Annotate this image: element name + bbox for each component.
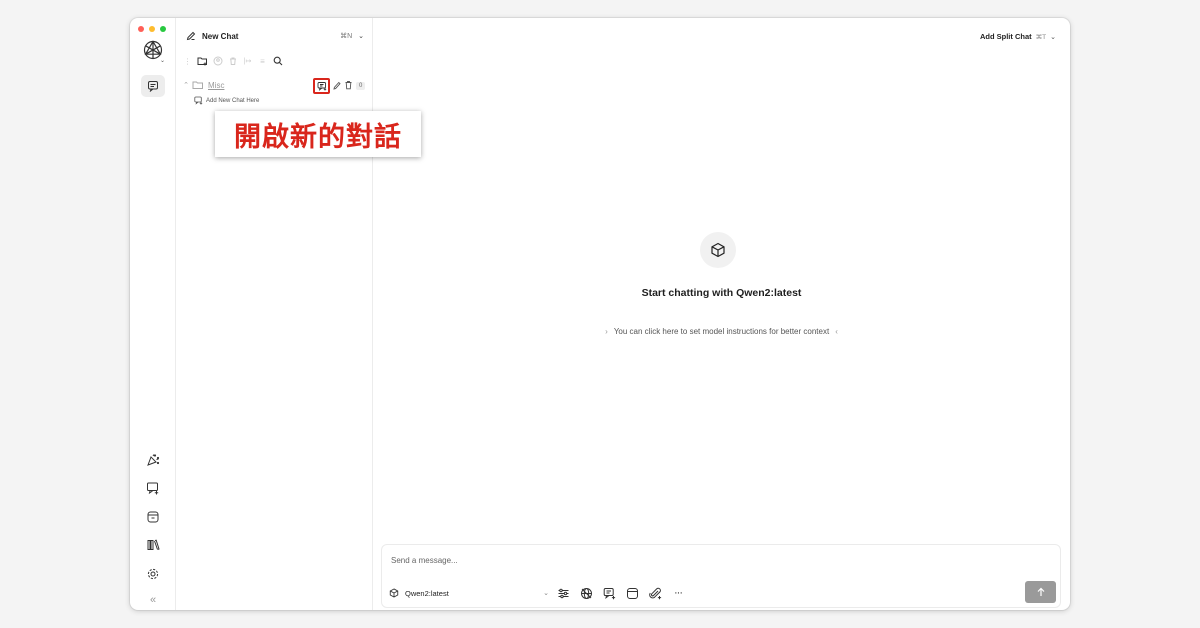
chevron-down-icon[interactable]: ⌄ xyxy=(1050,33,1056,41)
new-chat-shortcut: ⌘N xyxy=(340,33,353,40)
globe-off-icon xyxy=(580,587,592,599)
prompts-button[interactable] xyxy=(600,584,618,602)
model-avatar xyxy=(700,232,736,268)
cube-icon xyxy=(389,588,399,598)
chat-icon xyxy=(148,81,158,92)
app-window: ⌄ « New Chat ⌘N ⌄ ⋮ |↦ ≡ ⌃ Misc 0 Add Ne… xyxy=(130,18,1070,610)
archive-icon xyxy=(147,511,159,523)
pencil-icon xyxy=(333,81,341,90)
chevron-right-icon: › xyxy=(605,327,608,336)
chevron-up-icon[interactable]: ⌃ xyxy=(180,81,192,89)
add-new-chat-button[interactable] xyxy=(313,78,330,94)
annotation-callout-text: 開啟新的對話 xyxy=(234,121,402,153)
new-folder-button[interactable] xyxy=(195,54,210,68)
attach-file-button[interactable] xyxy=(646,584,664,602)
party-popper-icon xyxy=(147,454,160,466)
chat-count-badge: 0 xyxy=(356,82,366,90)
rename-folder-button[interactable] xyxy=(333,77,341,95)
chevron-down-icon[interactable]: ⌄ xyxy=(160,57,165,64)
rail-archive-button[interactable] xyxy=(143,507,163,527)
chevron-left-icon: ‹ xyxy=(835,327,838,336)
add-split-chat-button[interactable]: Add Split Chat ⌘T ⌄ xyxy=(980,32,1056,41)
composer-tools: ··· xyxy=(554,584,687,602)
sort-icon[interactable]: ≡ xyxy=(255,54,270,68)
split-chat-label: Add Split Chat xyxy=(979,32,1032,41)
sliders-icon xyxy=(558,588,568,598)
message-input[interactable] xyxy=(391,556,791,565)
rail-party-button[interactable] xyxy=(143,450,163,470)
paperclip-icon xyxy=(648,587,661,599)
new-chat-label: New Chat xyxy=(202,31,239,41)
archive-icon xyxy=(626,587,638,599)
chat-plus-icon xyxy=(147,482,159,495)
start-chatting-title: Start chatting with Qwen2:latest xyxy=(641,287,802,299)
chat-plus-icon xyxy=(194,96,203,105)
chat-plus-icon xyxy=(317,82,326,91)
split-chat-shortcut: ⌘T xyxy=(1035,33,1047,41)
delete-folder-button[interactable] xyxy=(344,77,353,95)
chat-sidebar: New Chat ⌘N ⌄ ⋮ |↦ ≡ ⌃ Misc 0 Add New Ch… xyxy=(176,18,373,610)
more-options-button[interactable]: ··· xyxy=(669,584,687,602)
parameters-button[interactable] xyxy=(554,584,572,602)
double-chevron-left-icon: « xyxy=(149,594,157,606)
add-new-chat-label: Add New Chat Here xyxy=(206,97,260,104)
library-icon xyxy=(147,539,160,550)
folder-icon xyxy=(192,81,203,89)
trash-icon xyxy=(345,81,352,90)
add-new-chat-here[interactable]: Add New Chat Here xyxy=(194,96,259,105)
folder-actions: 0 xyxy=(313,77,366,95)
rail-new-chat-button[interactable] xyxy=(143,478,163,498)
collapse-sidebar-button[interactable]: « xyxy=(143,590,163,610)
search-icon xyxy=(273,56,282,66)
folder-item-misc[interactable]: ⌃ Misc 0 xyxy=(180,77,370,95)
chat-plus-icon xyxy=(603,587,615,599)
model-selector[interactable]: Qwen2:latest ⌄ xyxy=(389,583,549,603)
select-chats-button[interactable] xyxy=(210,54,225,68)
message-composer: Qwen2:latest ⌄ xyxy=(381,544,1061,608)
pencil-icon xyxy=(186,31,196,41)
drag-handle-icon[interactable]: ⋮ xyxy=(180,54,195,68)
rail-library-button[interactable] xyxy=(143,535,163,555)
trash-icon xyxy=(229,57,236,65)
move-chats-icon[interactable]: |↦ xyxy=(240,54,255,68)
send-button[interactable] xyxy=(1025,581,1056,603)
web-search-toggle[interactable] xyxy=(577,584,595,602)
chevron-down-icon: ⌄ xyxy=(543,590,549,597)
rail-settings-button[interactable] xyxy=(143,564,163,584)
rail-chat-button[interactable] xyxy=(141,75,165,97)
model-name: Qwen2:latest xyxy=(405,588,449,598)
search-chats-button[interactable] xyxy=(270,54,285,68)
instructions-hint: You can click here to set model instruct… xyxy=(613,327,830,336)
delete-chats-button[interactable] xyxy=(225,54,240,68)
chevron-down-icon[interactable]: ⌄ xyxy=(358,32,364,40)
gear-icon xyxy=(147,568,159,580)
icon-rail: ⌄ « xyxy=(130,18,176,610)
model-instructions-link[interactable]: › You can click here to set model instruc… xyxy=(373,327,1070,336)
arrow-up-icon xyxy=(1037,587,1044,596)
person-icon xyxy=(213,56,222,66)
folder-name[interactable]: Misc xyxy=(208,81,224,90)
sidebar-toolbar: ⋮ |↦ ≡ xyxy=(180,54,285,68)
cube-icon xyxy=(711,242,725,258)
new-chat-button[interactable]: New Chat ⌘N ⌄ xyxy=(186,28,364,44)
annotation-callout: 開啟新的對話 xyxy=(215,111,421,157)
folder-plus-icon xyxy=(197,57,207,66)
archive-button[interactable] xyxy=(623,584,641,602)
